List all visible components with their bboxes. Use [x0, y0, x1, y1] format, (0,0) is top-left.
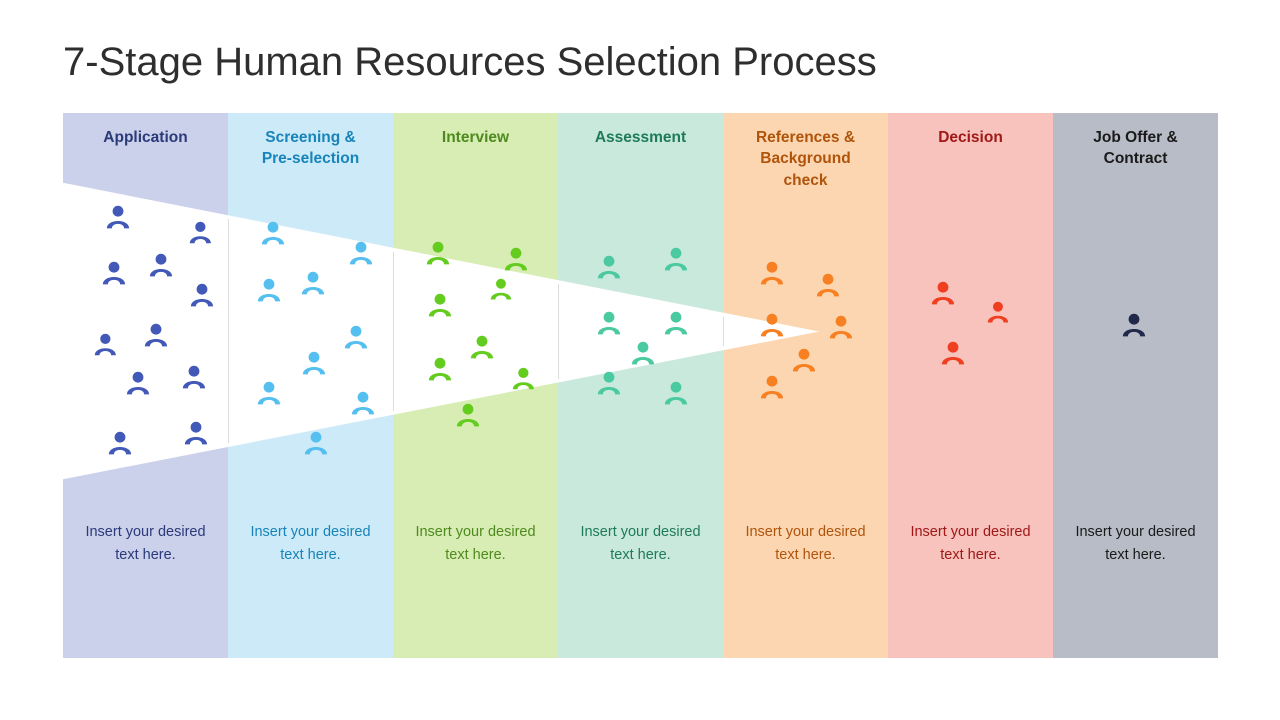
stage-footer-text: Insert your desired text here. — [910, 524, 1031, 563]
funnel-stage-job-offer-contract[interactable]: Job Offer & Contract Insert your desired t… — [1053, 113, 1218, 658]
funnel-stage-assessment[interactable]: Assessment Insert your desired text here. — [558, 113, 723, 658]
person-icon — [256, 381, 282, 410]
slide-canvas: 7-Stage Human Resources Selection Proces… — [0, 0, 1280, 720]
person-icon — [107, 431, 133, 460]
stage-divider — [393, 251, 394, 411]
person-icon — [663, 311, 689, 340]
stage-footer-band — [558, 350, 723, 658]
stage-divider — [723, 316, 724, 347]
person-icon — [301, 351, 327, 380]
person-icon — [348, 241, 374, 270]
page-title: 7-Stage Human Resources Selection Proces… — [63, 40, 877, 84]
stage-header-band — [228, 113, 393, 248]
person-icon — [143, 323, 169, 352]
stage-footer-text: Insert your desired text here. — [745, 524, 866, 563]
person-icon — [469, 335, 495, 364]
funnel-stage-decision[interactable]: Decision Insert your desired text here. — [888, 113, 1053, 658]
stage-footer-band — [393, 382, 558, 658]
funnel-diagram: Application Insert your desired text here… — [63, 113, 1218, 658]
person-icon — [101, 261, 127, 290]
stage-footer-band — [888, 298, 1053, 658]
stage-footer-text: Insert your desired text here. — [250, 524, 371, 563]
person-icon — [300, 271, 326, 300]
person-icon — [181, 365, 207, 394]
stage-footer-band — [723, 318, 888, 658]
person-icon — [148, 253, 174, 282]
person-icon — [189, 283, 215, 312]
person-icon — [125, 371, 151, 400]
stage-header-band — [63, 113, 228, 216]
stage-divider — [228, 219, 229, 443]
person-icon — [183, 421, 209, 450]
stage-footer-band — [63, 447, 228, 658]
funnel-stage-application[interactable]: Application Insert your desired text here… — [63, 113, 228, 658]
person-icon — [105, 205, 131, 234]
stage-footer-text: Insert your desired text here. — [415, 524, 536, 563]
stage-footer-band — [1053, 298, 1218, 658]
funnel-stage-references-background-check[interactable]: References & Background check Insert your d… — [723, 113, 888, 658]
stage-footer-text: Insert your desired text here. — [1075, 524, 1196, 563]
person-icon — [596, 311, 622, 340]
person-icon — [188, 221, 213, 249]
person-icon — [489, 278, 513, 305]
stage-divider — [558, 284, 559, 379]
funnel-stage-screening-pre-selection[interactable]: Screening & Pre-selection Insert your desi… — [228, 113, 393, 658]
stage-footer-text: Insert your desired text here. — [85, 524, 206, 563]
stage-footer-text: Insert your desired text here. — [580, 524, 701, 563]
person-icon — [350, 391, 376, 420]
person-icon — [256, 278, 282, 307]
stage-footer-band — [228, 414, 393, 658]
person-icon — [93, 333, 118, 361]
person-icon — [427, 357, 453, 386]
funnel-stage-interview[interactable]: Interview Insert your desired text here. — [393, 113, 558, 658]
person-icon — [427, 293, 453, 322]
person-icon — [343, 325, 369, 354]
